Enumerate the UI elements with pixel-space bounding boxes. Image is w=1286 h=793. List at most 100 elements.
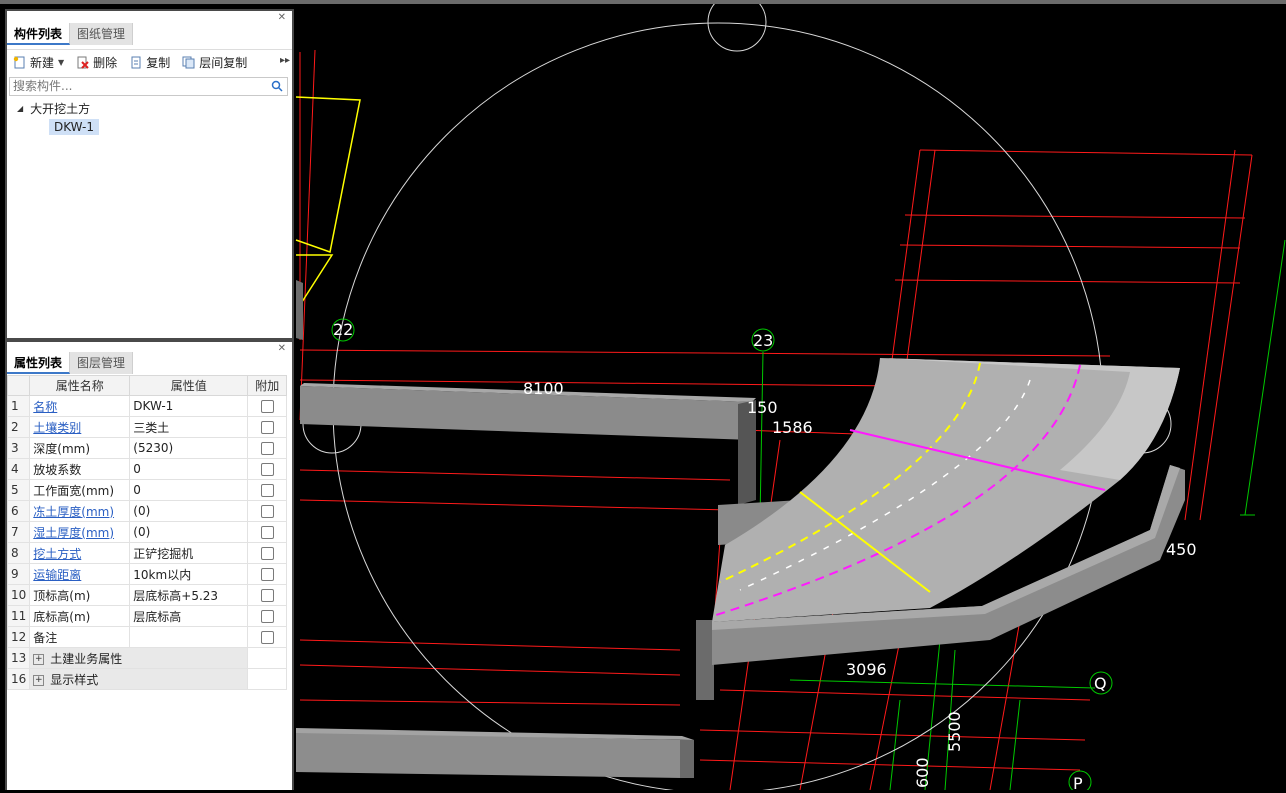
extra-checkbox[interactable] xyxy=(260,421,274,434)
tree-node-item[interactable]: DKW-1 xyxy=(49,119,100,135)
property-value[interactable]: 层底标高 xyxy=(129,605,249,627)
new-label: 新建 xyxy=(30,55,55,70)
extra-checkbox[interactable] xyxy=(260,442,274,455)
tab-component-list[interactable]: 构件列表 xyxy=(7,23,71,45)
property-row[interactable]: 12 备注 xyxy=(6,626,288,648)
extra-cell xyxy=(247,584,288,606)
new-button[interactable]: 新建 ▼ xyxy=(13,54,64,71)
axis-label-q: Q xyxy=(1094,674,1107,693)
property-row[interactable]: 1 名称 DKW-1 xyxy=(6,395,288,417)
extra-checkbox[interactable] xyxy=(260,610,274,623)
tree-category-label: 大开挖土方 xyxy=(30,102,91,116)
property-row[interactable]: 5 工作面宽(mm) 0 xyxy=(6,479,288,501)
property-name: 湿土厚度(mm) xyxy=(29,521,131,543)
search-icon[interactable] xyxy=(271,80,283,92)
row-number: 7 xyxy=(6,521,31,543)
extra-checkbox[interactable] xyxy=(260,631,274,644)
header-extra: 附加 xyxy=(247,375,288,396)
property-group-row[interactable]: 13 + 土建业务属性 xyxy=(6,647,288,669)
row-number: 11 xyxy=(6,605,31,627)
row-number: 4 xyxy=(6,458,31,480)
dimension-1586: 1586 xyxy=(772,418,813,437)
extra-checkbox[interactable] xyxy=(260,400,274,413)
dimension-8100: 8100 xyxy=(523,379,564,398)
property-value[interactable]: 三类土 xyxy=(129,416,249,438)
close-icon[interactable]: ✕ xyxy=(278,12,286,23)
property-value[interactable]: 层底标高+5.23 xyxy=(129,584,249,606)
row-number: 8 xyxy=(6,542,31,564)
property-row[interactable]: 2 土壤类别 三类土 xyxy=(6,416,288,438)
property-row[interactable]: 10 顶标高(m) 层底标高+5.23 xyxy=(6,584,288,606)
property-value[interactable]: DKW-1 xyxy=(129,395,249,417)
tab-drawing-management[interactable]: 图纸管理 xyxy=(70,23,134,45)
row-number: 5 xyxy=(6,479,31,501)
property-name: 运输距离 xyxy=(29,563,131,585)
row-number: 6 xyxy=(6,500,31,522)
property-name: 顶标高(m) xyxy=(29,584,131,606)
group-name: 显示样式 xyxy=(50,672,99,687)
row-number: 13 xyxy=(6,647,31,669)
floor-copy-button[interactable]: 层间复制 xyxy=(182,54,247,71)
delete-icon xyxy=(77,56,89,69)
property-name: 名称 xyxy=(29,395,131,417)
more-icon[interactable]: ▸▸ xyxy=(280,55,290,66)
tab-layer-management[interactable]: 图层管理 xyxy=(70,352,134,374)
tree-node-category[interactable]: ◢ 大开挖土方 xyxy=(17,100,90,117)
extra-cell xyxy=(247,437,288,459)
tab-property-list[interactable]: 属性列表 xyxy=(7,352,71,374)
group-name-cell: + 土建业务属性 xyxy=(29,647,249,669)
property-value[interactable]: (5230) xyxy=(129,437,249,459)
extra-cell xyxy=(247,458,288,480)
extra-checkbox[interactable] xyxy=(260,568,274,581)
property-name: 冻土厚度(mm) xyxy=(29,500,131,522)
property-value[interactable]: 10km以内 xyxy=(129,563,249,585)
property-group-row[interactable]: 16 + 显示样式 xyxy=(6,668,288,690)
extra-checkbox[interactable] xyxy=(260,484,274,497)
extra-checkbox[interactable] xyxy=(260,547,274,560)
row-number: 10 xyxy=(6,584,31,606)
property-row[interactable]: 3 深度(mm) (5230) xyxy=(6,437,288,459)
extra-checkbox[interactable] xyxy=(260,589,274,602)
row-number: 1 xyxy=(6,395,31,417)
dimension-150: 150 xyxy=(747,398,778,417)
extra-checkbox[interactable] xyxy=(260,505,274,518)
expand-icon[interactable]: + xyxy=(33,653,45,665)
group-name-cell: + 显示样式 xyxy=(29,668,249,690)
extra-cell xyxy=(247,521,288,543)
group-name: 土建业务属性 xyxy=(50,651,123,666)
collapse-triangle-icon[interactable]: ◢ xyxy=(17,104,23,113)
extra-checkbox[interactable] xyxy=(260,463,274,476)
delete-button[interactable]: 删除 xyxy=(76,54,117,71)
property-row[interactable]: 6 冻土厚度(mm) (0) xyxy=(6,500,288,522)
chevron-down-icon[interactable]: ▼ xyxy=(58,58,64,67)
copy-label: 复制 xyxy=(146,55,171,70)
search-input[interactable] xyxy=(10,78,266,94)
property-value[interactable]: 正铲挖掘机 xyxy=(129,542,249,564)
property-name: 土壤类别 xyxy=(29,416,131,438)
close-icon[interactable]: ✕ xyxy=(278,343,286,354)
extra-cell xyxy=(247,563,288,585)
property-value[interactable]: (0) xyxy=(129,521,249,543)
extra-checkbox[interactable] xyxy=(260,526,274,539)
property-row[interactable]: 4 放坡系数 0 xyxy=(6,458,288,480)
property-value[interactable]: 0 xyxy=(129,458,249,480)
property-row[interactable]: 11 底标高(m) 层底标高 xyxy=(6,605,288,627)
row-number: 9 xyxy=(6,563,31,585)
property-table: 属性名称 属性值 附加 1 名称 DKW-1 2 土壤类别 三类土 3 深度(mm) (52… xyxy=(6,375,288,690)
property-name: 深度(mm) xyxy=(29,437,131,459)
property-row[interactable]: 9 运输距离 10km以内 xyxy=(6,563,288,585)
copy-button[interactable]: 复制 xyxy=(129,54,170,71)
floor-copy-icon xyxy=(182,56,195,68)
extra-cell xyxy=(247,605,288,627)
expand-icon[interactable]: + xyxy=(33,674,45,686)
components-tabs: 构件列表 图纸管理 xyxy=(7,23,134,45)
property-row[interactable]: 8 挖土方式 正铲挖掘机 xyxy=(6,542,288,564)
property-name: 挖土方式 xyxy=(29,542,131,564)
property-value[interactable]: 0 xyxy=(129,479,249,501)
property-value[interactable] xyxy=(129,626,249,648)
property-row[interactable]: 7 湿土厚度(mm) (0) xyxy=(6,521,288,543)
extra-cell xyxy=(247,542,288,564)
row-number: 3 xyxy=(6,437,31,459)
new-icon xyxy=(13,56,25,68)
property-value[interactable]: (0) xyxy=(129,500,249,522)
